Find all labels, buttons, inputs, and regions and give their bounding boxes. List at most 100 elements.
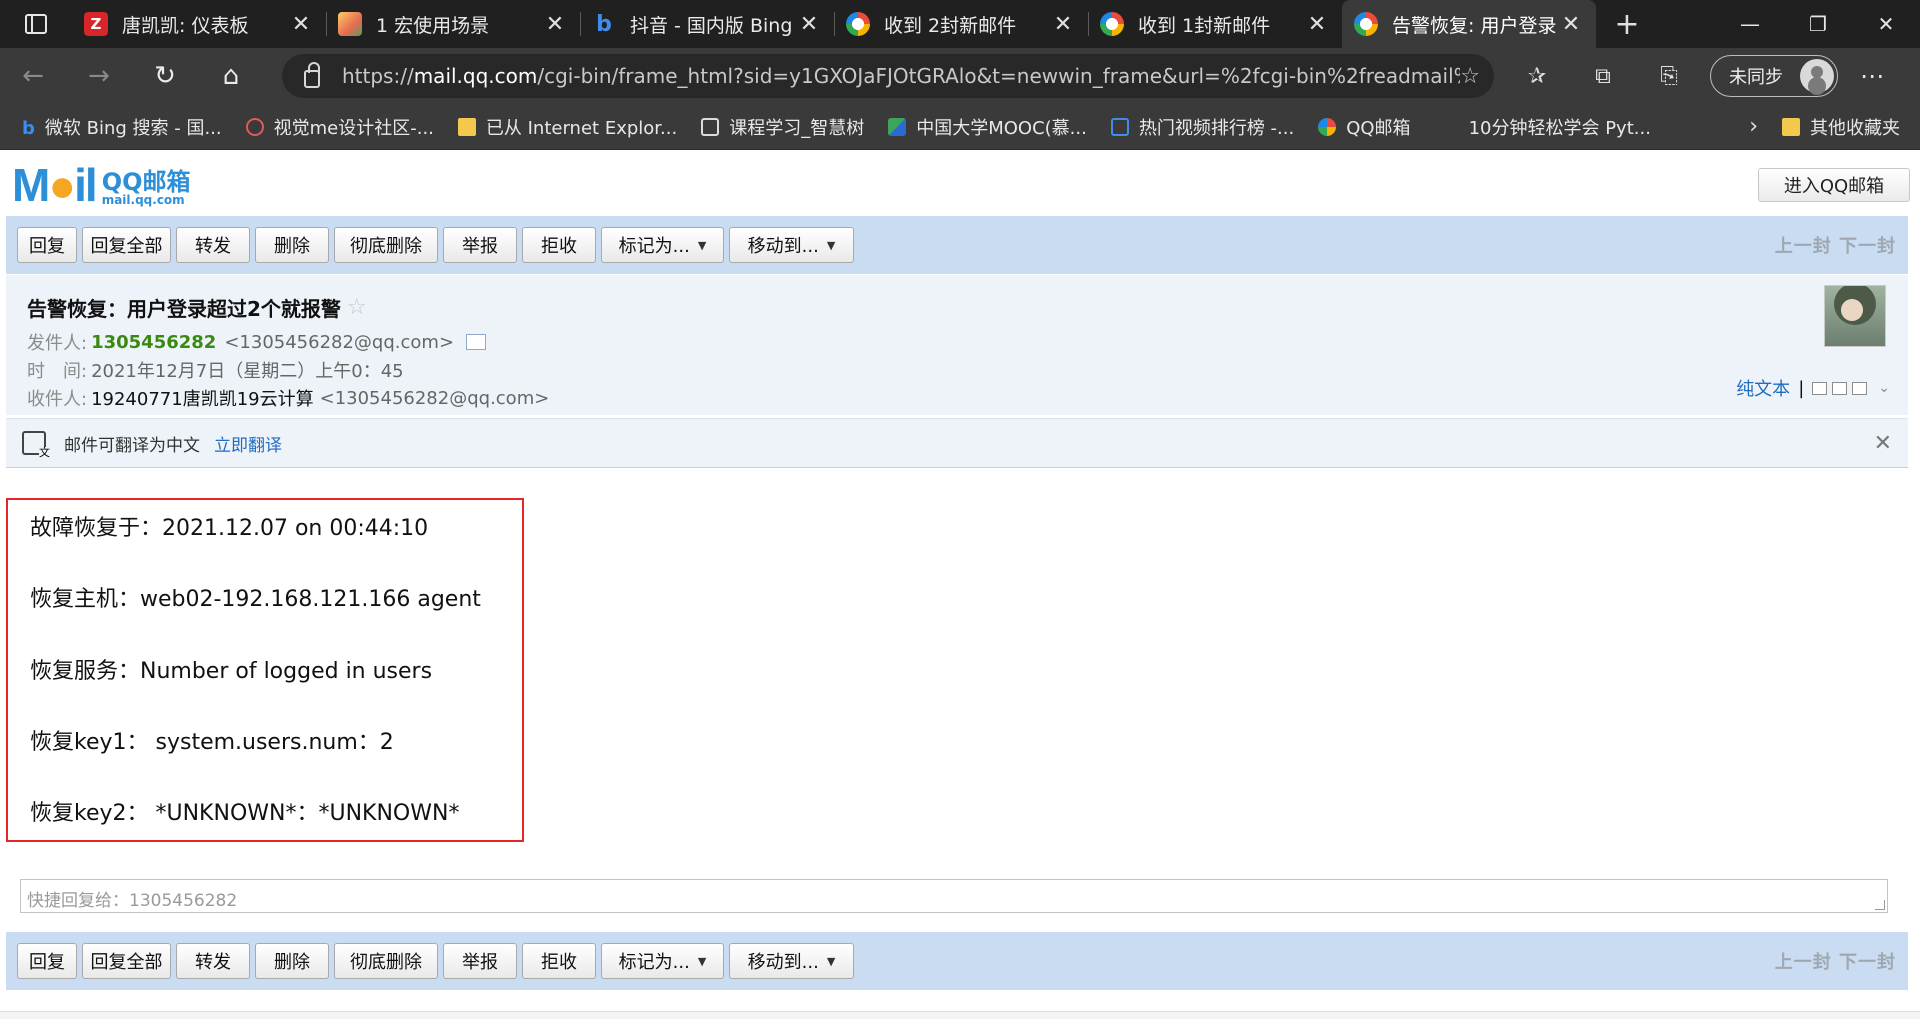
favorites-bar: b 微软 Bing 搜索 - 国... 视觉me设计社区-... 已从 Inter… bbox=[0, 104, 1920, 150]
favorite-python[interactable]: 10分钟轻松学会 Pyt... bbox=[1469, 114, 1651, 140]
favorite-zhihuishu[interactable]: 课程学习_智慧树 bbox=[701, 114, 864, 140]
back-arrow-icon[interactable]: ← bbox=[0, 48, 66, 104]
screenshot-icon[interactable]: ⎘ bbox=[1636, 64, 1702, 89]
tab-bing-douyin[interactable]: b 抖音 - 国内版 Bing ✕ bbox=[580, 0, 834, 48]
enter-qqmail-button[interactable]: 进入QQ邮箱 bbox=[1758, 168, 1910, 202]
more-menu-icon[interactable]: ⋯ bbox=[1860, 62, 1884, 90]
favorite-mooc[interactable]: 中国大学MOOC(慕... bbox=[888, 114, 1087, 140]
qq-mail-logo[interactable]: M●il QQ邮箱 mail.qq.com bbox=[12, 162, 191, 208]
reject-button[interactable]: 拒收 bbox=[522, 943, 596, 979]
delete-forever-button[interactable]: 彻底删除 bbox=[334, 227, 438, 263]
note-icon[interactable] bbox=[1812, 381, 1828, 395]
window-controls: — ❐ ✕ bbox=[1716, 0, 1920, 48]
folder-icon bbox=[1782, 117, 1800, 136]
body-line: 恢复主机：web02-192.168.121.166 agent bbox=[30, 587, 481, 612]
profile-sync-button[interactable]: 未同步 bbox=[1710, 55, 1838, 97]
mark-as-dropdown[interactable]: 标记为... ▼ bbox=[601, 943, 724, 979]
tab-new-mail-1[interactable]: 收到 1封新邮件 ✕ bbox=[1088, 0, 1342, 48]
tab-actions-menu-icon[interactable] bbox=[0, 0, 72, 48]
favorite-video-rank[interactable]: 热门视频排行榜 -... bbox=[1110, 114, 1294, 140]
close-tab-icon[interactable]: ✕ bbox=[542, 12, 568, 37]
lock-icon[interactable] bbox=[304, 62, 320, 88]
mail-view-options: 纯文本 | ⌄ bbox=[1736, 375, 1890, 401]
forward-button[interactable]: 转发 bbox=[176, 943, 250, 979]
close-icon[interactable]: ✕ bbox=[1874, 431, 1892, 456]
reply-all-button[interactable]: 回复全部 bbox=[82, 943, 171, 979]
prev-next-mail-links[interactable]: 上一封 下一封 bbox=[1775, 948, 1896, 974]
mail-toolbar-bottom: 回复 回复全部 转发 删除 彻底删除 举报 拒收 标记为... ▼ 移动到... ▼… bbox=[6, 932, 1908, 990]
favorite-shijueme[interactable]: 视觉me设计社区-... bbox=[245, 114, 434, 140]
close-tab-icon[interactable]: ✕ bbox=[1050, 12, 1076, 37]
qq-mail-icon bbox=[1354, 12, 1378, 36]
save-folder-icon[interactable] bbox=[1832, 381, 1848, 395]
delete-button[interactable]: 删除 bbox=[255, 227, 329, 263]
to-label: 收件人: bbox=[27, 389, 88, 410]
body-line: 恢复key2： *UNKNOWN*：*UNKNOWN* bbox=[30, 801, 460, 826]
recipient-row: 收件人: 19240771唐凯凯19云计算 <1305456282@qq.com… bbox=[27, 385, 549, 411]
address-bar[interactable]: https://mail.qq.com/cgi-bin/frame_html?s… bbox=[282, 54, 1494, 98]
close-window-icon[interactable]: ✕ bbox=[1852, 0, 1920, 48]
move-to-dropdown[interactable]: 移动到... ▼ bbox=[729, 227, 854, 263]
dropdown-arrow-icon: ▼ bbox=[826, 954, 836, 968]
close-tab-icon[interactable]: ✕ bbox=[288, 12, 314, 37]
tv-icon bbox=[1110, 117, 1129, 136]
report-button[interactable]: 举报 bbox=[443, 227, 517, 263]
add-favorite-icon[interactable]: ☆ bbox=[1460, 64, 1480, 89]
refresh-icon[interactable]: ↻ bbox=[132, 48, 198, 104]
mail-body-highlight: 故障恢复于：2021.12.07 on 00:44:10 恢复主机：web02-… bbox=[6, 498, 524, 842]
tab-new-mail-2[interactable]: 收到 2封新邮件 ✕ bbox=[834, 0, 1088, 48]
close-tab-icon[interactable]: ✕ bbox=[796, 12, 822, 37]
close-tab-icon[interactable]: ✕ bbox=[1558, 12, 1584, 37]
from-label: 发件人: bbox=[27, 333, 88, 354]
dropdown-arrow-icon: ▼ bbox=[826, 238, 836, 252]
recipient-name[interactable]: 19240771唐凯凯19云计算 bbox=[91, 385, 314, 411]
favorites-icon[interactable]: ✰ bbox=[1504, 64, 1570, 89]
minimize-icon[interactable]: — bbox=[1716, 0, 1784, 48]
tab-dashboard[interactable]: Z 唐凯凯: 仪表板 ✕ bbox=[72, 0, 326, 48]
translate-now-link[interactable]: 立即翻译 bbox=[214, 431, 282, 456]
sender-avatar[interactable] bbox=[1824, 285, 1886, 347]
restore-icon[interactable]: ❐ bbox=[1784, 0, 1852, 48]
page-bottom-strip bbox=[0, 1011, 1920, 1019]
tab-macro-scenarios[interactable]: 1 宏使用场景 ✕ bbox=[326, 0, 580, 48]
time-label: 时 间: bbox=[27, 361, 88, 382]
translate-prompt: 邮件可翻译为中文 bbox=[64, 435, 200, 456]
reply-all-button[interactable]: 回复全部 bbox=[82, 227, 171, 263]
favorite-ie-import[interactable]: 已从 Internet Explor... bbox=[457, 114, 677, 140]
chevron-right-icon[interactable]: › bbox=[1749, 114, 1758, 139]
mail-info-panel: 告警恢复：用户登录超过2个就报警 ☆ 发件人: 1305456282 <1305… bbox=[6, 275, 1908, 415]
qq-mail-icon bbox=[1100, 12, 1124, 36]
move-to-dropdown[interactable]: 移动到... ▼ bbox=[729, 943, 854, 979]
delete-button[interactable]: 删除 bbox=[255, 943, 329, 979]
prev-next-mail-links[interactable]: 上一封 下一封 bbox=[1775, 232, 1896, 258]
time-value: 2021年12月7日（星期二）上午0：45 bbox=[91, 361, 404, 382]
favorite-qqmail[interactable]: QQ邮箱 bbox=[1318, 114, 1411, 140]
eye-icon bbox=[245, 117, 264, 136]
qq-mail-icon bbox=[846, 12, 870, 36]
forward-arrow-icon[interactable]: → bbox=[66, 48, 132, 104]
star-icon[interactable]: ☆ bbox=[347, 295, 367, 320]
chevron-down-icon[interactable]: ⌄ bbox=[1878, 380, 1890, 396]
forward-button[interactable]: 转发 bbox=[176, 227, 250, 263]
separator: | bbox=[1798, 377, 1805, 399]
new-tab-icon[interactable]: + bbox=[1596, 0, 1658, 48]
print-icon[interactable] bbox=[1852, 381, 1868, 395]
url-text[interactable]: https://mail.qq.com/cgi-bin/frame_html?s… bbox=[342, 64, 1460, 88]
plain-text-link[interactable]: 纯文本 bbox=[1736, 375, 1790, 401]
favorite-bing[interactable]: b 微软 Bing 搜索 - 国... bbox=[22, 114, 222, 140]
mark-as-dropdown[interactable]: 标记为... ▼ bbox=[601, 227, 724, 263]
reject-button[interactable]: 拒收 bbox=[522, 227, 596, 263]
quick-reply-input[interactable]: 快捷回复给：1305456282 bbox=[20, 879, 1888, 913]
other-favorites[interactable]: 其他收藏夹 bbox=[1782, 114, 1900, 140]
collections-icon[interactable]: ⧉ bbox=[1570, 64, 1636, 89]
bing-icon: b bbox=[596, 11, 612, 37]
reply-button[interactable]: 回复 bbox=[17, 227, 77, 263]
delete-forever-button[interactable]: 彻底删除 bbox=[334, 943, 438, 979]
home-icon[interactable]: ⌂ bbox=[198, 48, 264, 104]
tab-alert-recovery[interactable]: 告警恢复: 用户登录 ✕ bbox=[1342, 0, 1596, 48]
contact-card-icon[interactable] bbox=[466, 334, 487, 350]
sender-name[interactable]: 1305456282 bbox=[91, 332, 216, 353]
reply-button[interactable]: 回复 bbox=[17, 943, 77, 979]
close-tab-icon[interactable]: ✕ bbox=[1304, 12, 1330, 37]
report-button[interactable]: 举报 bbox=[443, 943, 517, 979]
